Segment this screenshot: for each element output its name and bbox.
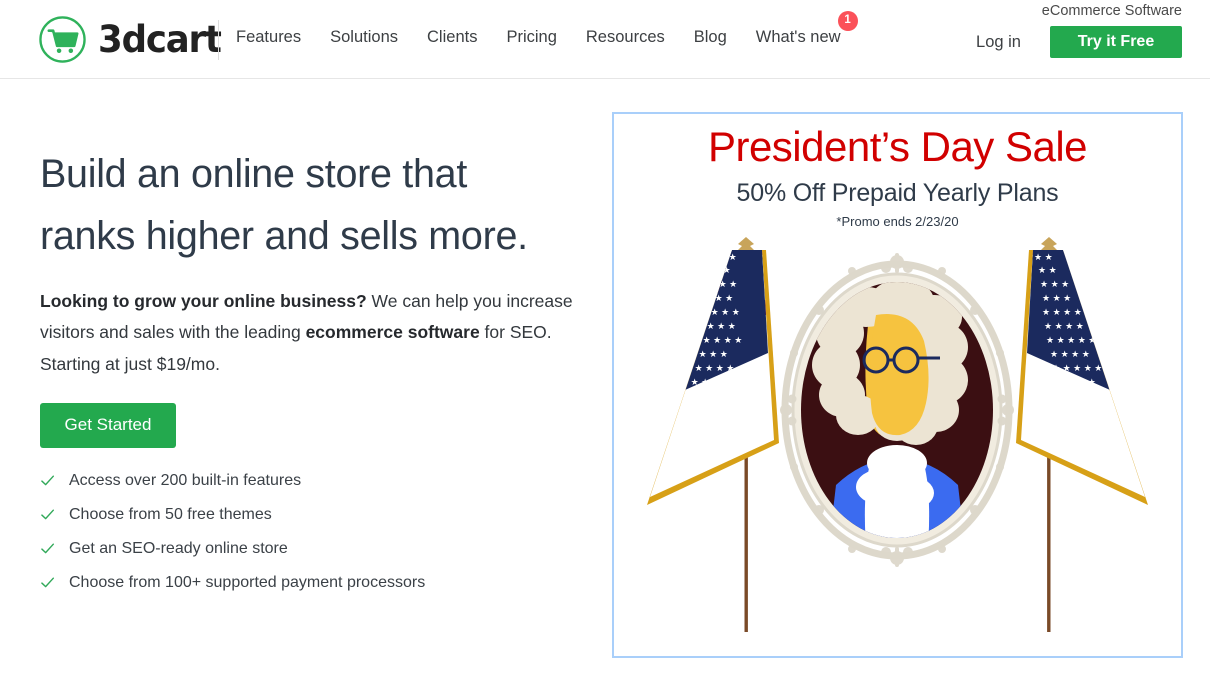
svg-text:★ ★ ★ ★: ★ ★ ★ ★: [1050, 349, 1090, 359]
logo-wordmark: 3dcart: [98, 18, 222, 61]
check-icon: [41, 475, 55, 486]
nav-item-whats-new[interactable]: What's new 1: [755, 11, 858, 47]
svg-text:★ ★: ★ ★: [1034, 252, 1053, 262]
nav-item-resources[interactable]: Resources: [586, 28, 665, 47]
list-item-label: Choose from 50 free themes: [69, 505, 272, 523]
svg-text:★ ★ ★ ★: ★ ★ ★ ★: [1042, 307, 1082, 317]
get-started-button[interactable]: Get Started: [40, 402, 176, 448]
list-item-label: Get an SEO-ready online store: [69, 539, 288, 557]
login-link[interactable]: Log in: [976, 33, 1021, 52]
nav-item-clients[interactable]: Clients: [427, 28, 477, 47]
svg-text:★ ★ ★ ★: ★ ★ ★ ★: [680, 377, 720, 387]
svg-text:★ ★ ★: ★ ★ ★: [1040, 279, 1069, 289]
hero-section: Build an online store that ranks higher …: [0, 79, 1210, 690]
svg-text:★ ★ ★ ★ ★: ★ ★ ★ ★ ★: [1046, 335, 1096, 345]
site-header: 3dcart Features Solutions Clients Pricin…: [0, 0, 1210, 79]
svg-text:★ ★ ★ ★ ★: ★ ★ ★ ★ ★: [1052, 363, 1102, 373]
subcopy-emphasis: ecommerce software: [305, 322, 480, 343]
nav-item-pricing[interactable]: Pricing: [506, 28, 556, 47]
nav-item-solutions[interactable]: Solutions: [330, 28, 398, 47]
svg-text:★ ★ ★: ★ ★ ★: [704, 293, 733, 303]
headline-line-1: Build an online store that: [40, 152, 467, 196]
logo[interactable]: 3dcart: [38, 15, 226, 64]
svg-text:★ ★: ★ ★: [1038, 265, 1057, 275]
header-tagline: eCommerce Software: [1041, 3, 1182, 19]
shopping-cart-icon: [39, 16, 86, 63]
svg-text:★ ★ ★ ★: ★ ★ ★ ★: [1056, 377, 1096, 387]
try-it-free-button[interactable]: Try it Free: [1050, 26, 1182, 58]
nav-item-features[interactable]: Features: [236, 28, 301, 47]
portrait-frame: [780, 252, 1014, 567]
main-nav: Features Solutions Clients Pricing Resou…: [236, 11, 858, 47]
list-item-label: Choose from 100+ supported payment proce…: [69, 573, 426, 591]
list-item: Get an SEO-ready online store: [40, 540, 595, 558]
check-icon: [41, 543, 55, 554]
svg-text:★ ★: ★ ★: [712, 265, 731, 275]
promo-title: President’s Day Sale: [707, 123, 1088, 170]
promo-fine-print: *Promo ends 2/23/20: [836, 213, 959, 229]
svg-text:★ ★ ★ ★: ★ ★ ★ ★: [688, 349, 728, 359]
svg-text:★ ★ ★: ★ ★ ★: [1042, 293, 1071, 303]
promo-banner[interactable]: President’s Day Sale 50% Off Prepaid Yea…: [612, 112, 1183, 658]
nav-item-whats-new-label: What's new: [755, 28, 841, 46]
svg-text:★ ★ ★ ★: ★ ★ ★ ★: [700, 307, 740, 317]
list-item-label: Access over 200 built-in features: [69, 471, 302, 489]
list-item: Choose from 100+ supported payment proce…: [40, 574, 595, 592]
svg-text:★ ★ ★ ★ ★: ★ ★ ★ ★ ★: [692, 335, 742, 345]
list-item: Choose from 50 free themes: [40, 506, 595, 524]
feature-list: Access over 200 built-in features Choose…: [40, 472, 595, 592]
header-divider: [218, 20, 219, 60]
list-item: Access over 200 built-in features: [40, 472, 595, 490]
check-icon: [41, 577, 55, 588]
svg-text:★ ★: ★ ★: [718, 252, 737, 262]
svg-text:★ ★ ★ ★: ★ ★ ★ ★: [696, 321, 736, 331]
promo-subtitle: 50% Off Prepaid Yearly Plans: [736, 178, 1059, 207]
check-icon: [41, 509, 55, 520]
page-title: Build an online store that ranks higher …: [40, 143, 595, 267]
hero-subcopy: Looking to grow your online business? We…: [40, 286, 585, 380]
header-actions: eCommerce Software Log in Try it Free: [852, 0, 1182, 79]
headline-line-2: ranks higher and sells more.: [40, 214, 528, 258]
presidents-day-illustration: ★ ★ ★ ★ ★ ★ ★ ★ ★ ★ ★ ★ ★ ★ ★ ★ ★ ★ ★ ★ …: [647, 236, 1148, 632]
svg-text:★ ★ ★ ★: ★ ★ ★ ★: [1044, 321, 1084, 331]
nav-item-blog[interactable]: Blog: [694, 28, 727, 47]
subcopy-lead: Looking to grow your online business?: [40, 291, 367, 311]
svg-text:★ ★ ★: ★ ★ ★: [708, 279, 737, 289]
hero-copy-column: Build an online store that ranks higher …: [40, 143, 595, 608]
